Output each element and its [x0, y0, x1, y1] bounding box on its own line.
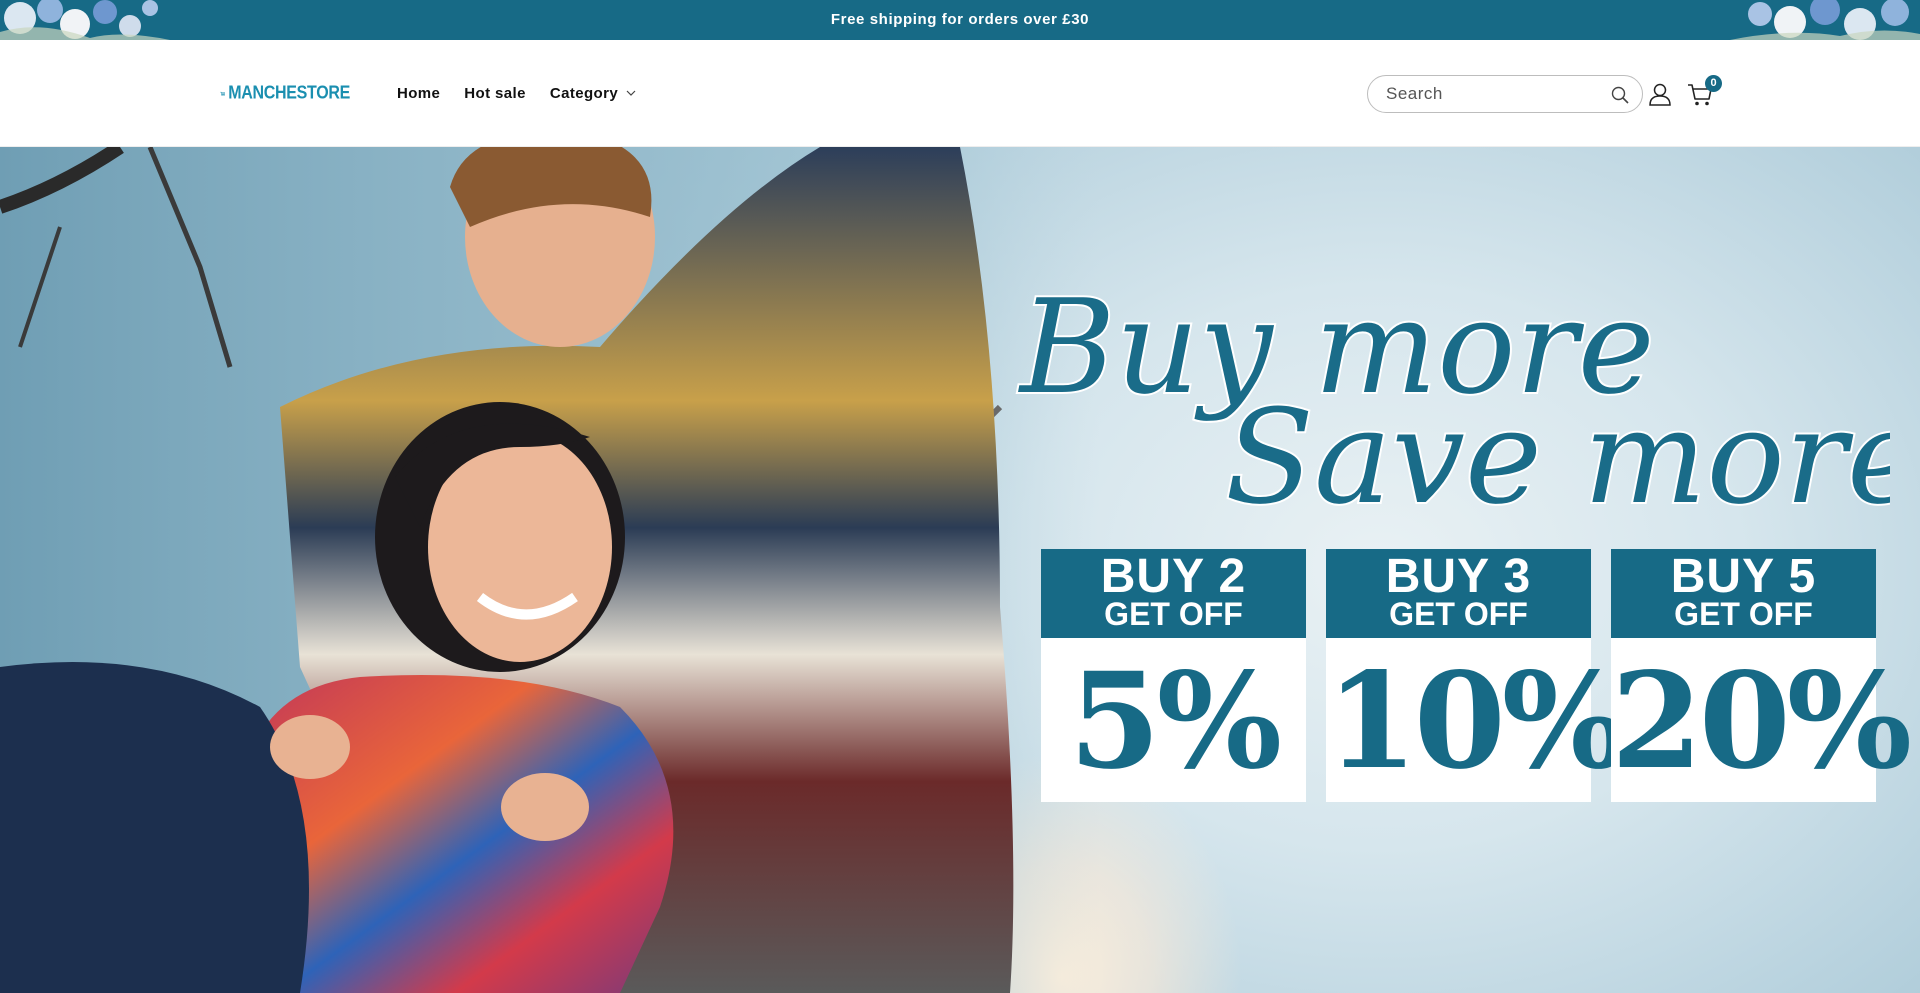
hero-couple-photo [0, 147, 1100, 993]
announcement-text: Free shipping for orders over £30 [830, 11, 1090, 28]
chevron-down-icon [626, 90, 636, 96]
deal-discount: 20% [1611, 644, 1912, 799]
logo-text: MANCHESTORE [228, 83, 350, 104]
search-box [1367, 75, 1643, 113]
nav-category[interactable]: Category [550, 85, 636, 102]
store-logo[interactable]: MANCHESTORE [220, 81, 350, 107]
deal-card-buy-2[interactable]: BUY 2 GET OFF 5% [1041, 549, 1306, 802]
deal-get-label: GET OFF [1674, 596, 1813, 632]
announcement-bar: Free shipping for orders over £30 [0, 0, 1920, 40]
deal-card-buy-3[interactable]: BUY 3 GET OFF 10% [1326, 549, 1627, 802]
hero-banner[interactable]: Buy more Save more BUY 2 GET OFF 5% BUY … [0, 147, 1920, 993]
deal-get-label: GET OFF [1389, 596, 1528, 632]
nav-category-label: Category [549, 84, 619, 102]
deal-discount: 10% [1326, 644, 1627, 799]
search-icon[interactable] [1610, 85, 1630, 105]
deal-header: BUY 3 GET OFF [1326, 549, 1591, 638]
logo-cart-icon [220, 91, 226, 97]
deal-discount: 5% [1068, 644, 1282, 799]
main-nav: Home Hot sale Category [397, 80, 636, 106]
nav-hot-sale[interactable]: Hot sale [464, 85, 526, 102]
deal-header: BUY 5 GET OFF [1611, 549, 1876, 638]
floral-decoration-right [1730, 0, 1920, 40]
hero-headline: Buy more Save more [1016, 277, 1890, 527]
cart-count-badge: 0 [1705, 75, 1722, 92]
nav-hot-sale-label: Hot sale [464, 84, 526, 102]
nav-home-label: Home [397, 84, 441, 102]
site-header: MANCHESTORE Home Hot sale Category 0 [0, 40, 1920, 147]
deal-card-buy-5[interactable]: BUY 5 GET OFF 20% [1611, 549, 1912, 802]
deal-header: BUY 2 GET OFF [1041, 549, 1306, 638]
nav-home[interactable]: Home [397, 85, 440, 102]
account-icon[interactable] [1647, 81, 1673, 107]
headline-line-2: Save more [1225, 381, 1890, 527]
search-input[interactable] [1386, 76, 1596, 112]
deal-get-label: GET OFF [1104, 596, 1243, 632]
